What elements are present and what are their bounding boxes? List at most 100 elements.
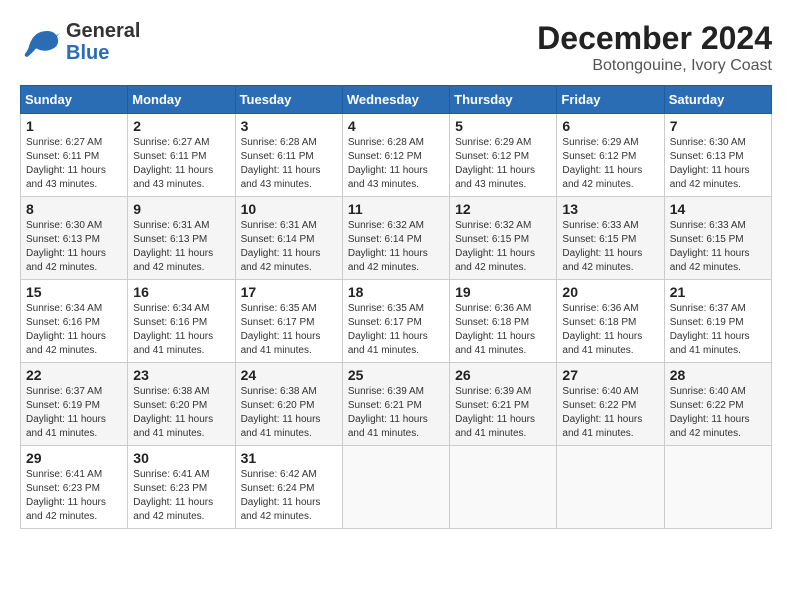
day-number: 8 [26, 201, 122, 217]
table-cell: 15 Sunrise: 6:34 AM Sunset: 6:16 PM Dayl… [21, 280, 128, 363]
day-number: 20 [562, 284, 658, 300]
day-number: 23 [133, 367, 229, 383]
cell-info: Sunrise: 6:37 AM Sunset: 6:19 PM Dayligh… [670, 302, 766, 358]
title-block: December 2024 Botongouine, Ivory Coast [537, 20, 772, 75]
table-cell: 12 Sunrise: 6:32 AM Sunset: 6:15 PM Dayl… [450, 197, 557, 280]
day-number: 22 [26, 367, 122, 383]
calendar-week-2: 8 Sunrise: 6:30 AM Sunset: 6:13 PM Dayli… [21, 197, 772, 280]
table-cell: 22 Sunrise: 6:37 AM Sunset: 6:19 PM Dayl… [21, 363, 128, 446]
cell-info: Sunrise: 6:33 AM Sunset: 6:15 PM Dayligh… [562, 219, 658, 275]
day-number: 4 [348, 118, 444, 134]
day-number: 12 [455, 201, 551, 217]
table-cell: 6 Sunrise: 6:29 AM Sunset: 6:12 PM Dayli… [557, 114, 664, 197]
table-cell: 17 Sunrise: 6:35 AM Sunset: 6:17 PM Dayl… [235, 280, 342, 363]
cell-info: Sunrise: 6:27 AM Sunset: 6:11 PM Dayligh… [133, 136, 229, 192]
day-number: 9 [133, 201, 229, 217]
cell-info: Sunrise: 6:29 AM Sunset: 6:12 PM Dayligh… [455, 136, 551, 192]
cell-info: Sunrise: 6:41 AM Sunset: 6:23 PM Dayligh… [26, 468, 122, 524]
table-cell: 4 Sunrise: 6:28 AM Sunset: 6:12 PM Dayli… [342, 114, 449, 197]
day-number: 26 [455, 367, 551, 383]
day-number: 14 [670, 201, 766, 217]
table-cell [450, 446, 557, 529]
page-header: General Blue December 2024 Botongouine, … [20, 20, 772, 75]
logo-general: General [66, 20, 140, 42]
table-cell: 31 Sunrise: 6:42 AM Sunset: 6:24 PM Dayl… [235, 446, 342, 529]
day-number: 19 [455, 284, 551, 300]
logo-text-block: General Blue [66, 20, 140, 64]
calendar-header-row: Sunday Monday Tuesday Wednesday Thursday… [21, 86, 772, 114]
table-cell: 19 Sunrise: 6:36 AM Sunset: 6:18 PM Dayl… [450, 280, 557, 363]
day-number: 10 [241, 201, 337, 217]
day-number: 24 [241, 367, 337, 383]
table-cell: 1 Sunrise: 6:27 AM Sunset: 6:11 PM Dayli… [21, 114, 128, 197]
day-number: 28 [670, 367, 766, 383]
table-cell: 28 Sunrise: 6:40 AM Sunset: 6:22 PM Dayl… [664, 363, 771, 446]
header-tuesday: Tuesday [235, 86, 342, 114]
cell-info: Sunrise: 6:40 AM Sunset: 6:22 PM Dayligh… [562, 385, 658, 441]
day-number: 31 [241, 450, 337, 466]
cell-info: Sunrise: 6:36 AM Sunset: 6:18 PM Dayligh… [455, 302, 551, 358]
table-cell: 20 Sunrise: 6:36 AM Sunset: 6:18 PM Dayl… [557, 280, 664, 363]
cell-info: Sunrise: 6:39 AM Sunset: 6:21 PM Dayligh… [348, 385, 444, 441]
cell-info: Sunrise: 6:41 AM Sunset: 6:23 PM Dayligh… [133, 468, 229, 524]
day-number: 27 [562, 367, 658, 383]
table-cell: 29 Sunrise: 6:41 AM Sunset: 6:23 PM Dayl… [21, 446, 128, 529]
cell-info: Sunrise: 6:30 AM Sunset: 6:13 PM Dayligh… [26, 219, 122, 275]
day-number: 11 [348, 201, 444, 217]
table-cell: 3 Sunrise: 6:28 AM Sunset: 6:11 PM Dayli… [235, 114, 342, 197]
cell-info: Sunrise: 6:33 AM Sunset: 6:15 PM Dayligh… [670, 219, 766, 275]
table-cell: 23 Sunrise: 6:38 AM Sunset: 6:20 PM Dayl… [128, 363, 235, 446]
table-cell: 9 Sunrise: 6:31 AM Sunset: 6:13 PM Dayli… [128, 197, 235, 280]
cell-info: Sunrise: 6:38 AM Sunset: 6:20 PM Dayligh… [133, 385, 229, 441]
table-cell: 16 Sunrise: 6:34 AM Sunset: 6:16 PM Dayl… [128, 280, 235, 363]
table-cell: 30 Sunrise: 6:41 AM Sunset: 6:23 PM Dayl… [128, 446, 235, 529]
cell-info: Sunrise: 6:42 AM Sunset: 6:24 PM Dayligh… [241, 468, 337, 524]
table-cell: 14 Sunrise: 6:33 AM Sunset: 6:15 PM Dayl… [664, 197, 771, 280]
calendar-week-4: 22 Sunrise: 6:37 AM Sunset: 6:19 PM Dayl… [21, 363, 772, 446]
day-number: 30 [133, 450, 229, 466]
calendar-week-1: 1 Sunrise: 6:27 AM Sunset: 6:11 PM Dayli… [21, 114, 772, 197]
table-cell: 21 Sunrise: 6:37 AM Sunset: 6:19 PM Dayl… [664, 280, 771, 363]
table-cell: 18 Sunrise: 6:35 AM Sunset: 6:17 PM Dayl… [342, 280, 449, 363]
calendar-week-3: 15 Sunrise: 6:34 AM Sunset: 6:16 PM Dayl… [21, 280, 772, 363]
cell-info: Sunrise: 6:32 AM Sunset: 6:14 PM Dayligh… [348, 219, 444, 275]
table-cell: 10 Sunrise: 6:31 AM Sunset: 6:14 PM Dayl… [235, 197, 342, 280]
day-number: 17 [241, 284, 337, 300]
table-cell: 2 Sunrise: 6:27 AM Sunset: 6:11 PM Dayli… [128, 114, 235, 197]
cell-info: Sunrise: 6:35 AM Sunset: 6:17 PM Dayligh… [348, 302, 444, 358]
header-saturday: Saturday [664, 86, 771, 114]
day-number: 21 [670, 284, 766, 300]
logo-blue: Blue [66, 42, 109, 64]
table-cell: 11 Sunrise: 6:32 AM Sunset: 6:14 PM Dayl… [342, 197, 449, 280]
table-cell: 13 Sunrise: 6:33 AM Sunset: 6:15 PM Dayl… [557, 197, 664, 280]
header-monday: Monday [128, 86, 235, 114]
header-thursday: Thursday [450, 86, 557, 114]
cell-info: Sunrise: 6:30 AM Sunset: 6:13 PM Dayligh… [670, 136, 766, 192]
day-number: 25 [348, 367, 444, 383]
cell-info: Sunrise: 6:36 AM Sunset: 6:18 PM Dayligh… [562, 302, 658, 358]
day-number: 7 [670, 118, 766, 134]
cell-info: Sunrise: 6:39 AM Sunset: 6:21 PM Dayligh… [455, 385, 551, 441]
month-title: December 2024 [537, 20, 772, 57]
cell-info: Sunrise: 6:38 AM Sunset: 6:20 PM Dayligh… [241, 385, 337, 441]
header-sunday: Sunday [21, 86, 128, 114]
day-number: 29 [26, 450, 122, 466]
table-cell: 26 Sunrise: 6:39 AM Sunset: 6:21 PM Dayl… [450, 363, 557, 446]
day-number: 15 [26, 284, 122, 300]
calendar-week-5: 29 Sunrise: 6:41 AM Sunset: 6:23 PM Dayl… [21, 446, 772, 529]
table-cell: 27 Sunrise: 6:40 AM Sunset: 6:22 PM Dayl… [557, 363, 664, 446]
table-cell: 8 Sunrise: 6:30 AM Sunset: 6:13 PM Dayli… [21, 197, 128, 280]
calendar-table: Sunday Monday Tuesday Wednesday Thursday… [20, 85, 772, 529]
day-number: 6 [562, 118, 658, 134]
logo-icon [20, 25, 60, 60]
cell-info: Sunrise: 6:29 AM Sunset: 6:12 PM Dayligh… [562, 136, 658, 192]
day-number: 1 [26, 118, 122, 134]
cell-info: Sunrise: 6:32 AM Sunset: 6:15 PM Dayligh… [455, 219, 551, 275]
cell-info: Sunrise: 6:35 AM Sunset: 6:17 PM Dayligh… [241, 302, 337, 358]
header-wednesday: Wednesday [342, 86, 449, 114]
cell-info: Sunrise: 6:34 AM Sunset: 6:16 PM Dayligh… [26, 302, 122, 358]
table-cell: 7 Sunrise: 6:30 AM Sunset: 6:13 PM Dayli… [664, 114, 771, 197]
table-cell [557, 446, 664, 529]
table-cell [664, 446, 771, 529]
cell-info: Sunrise: 6:34 AM Sunset: 6:16 PM Dayligh… [133, 302, 229, 358]
